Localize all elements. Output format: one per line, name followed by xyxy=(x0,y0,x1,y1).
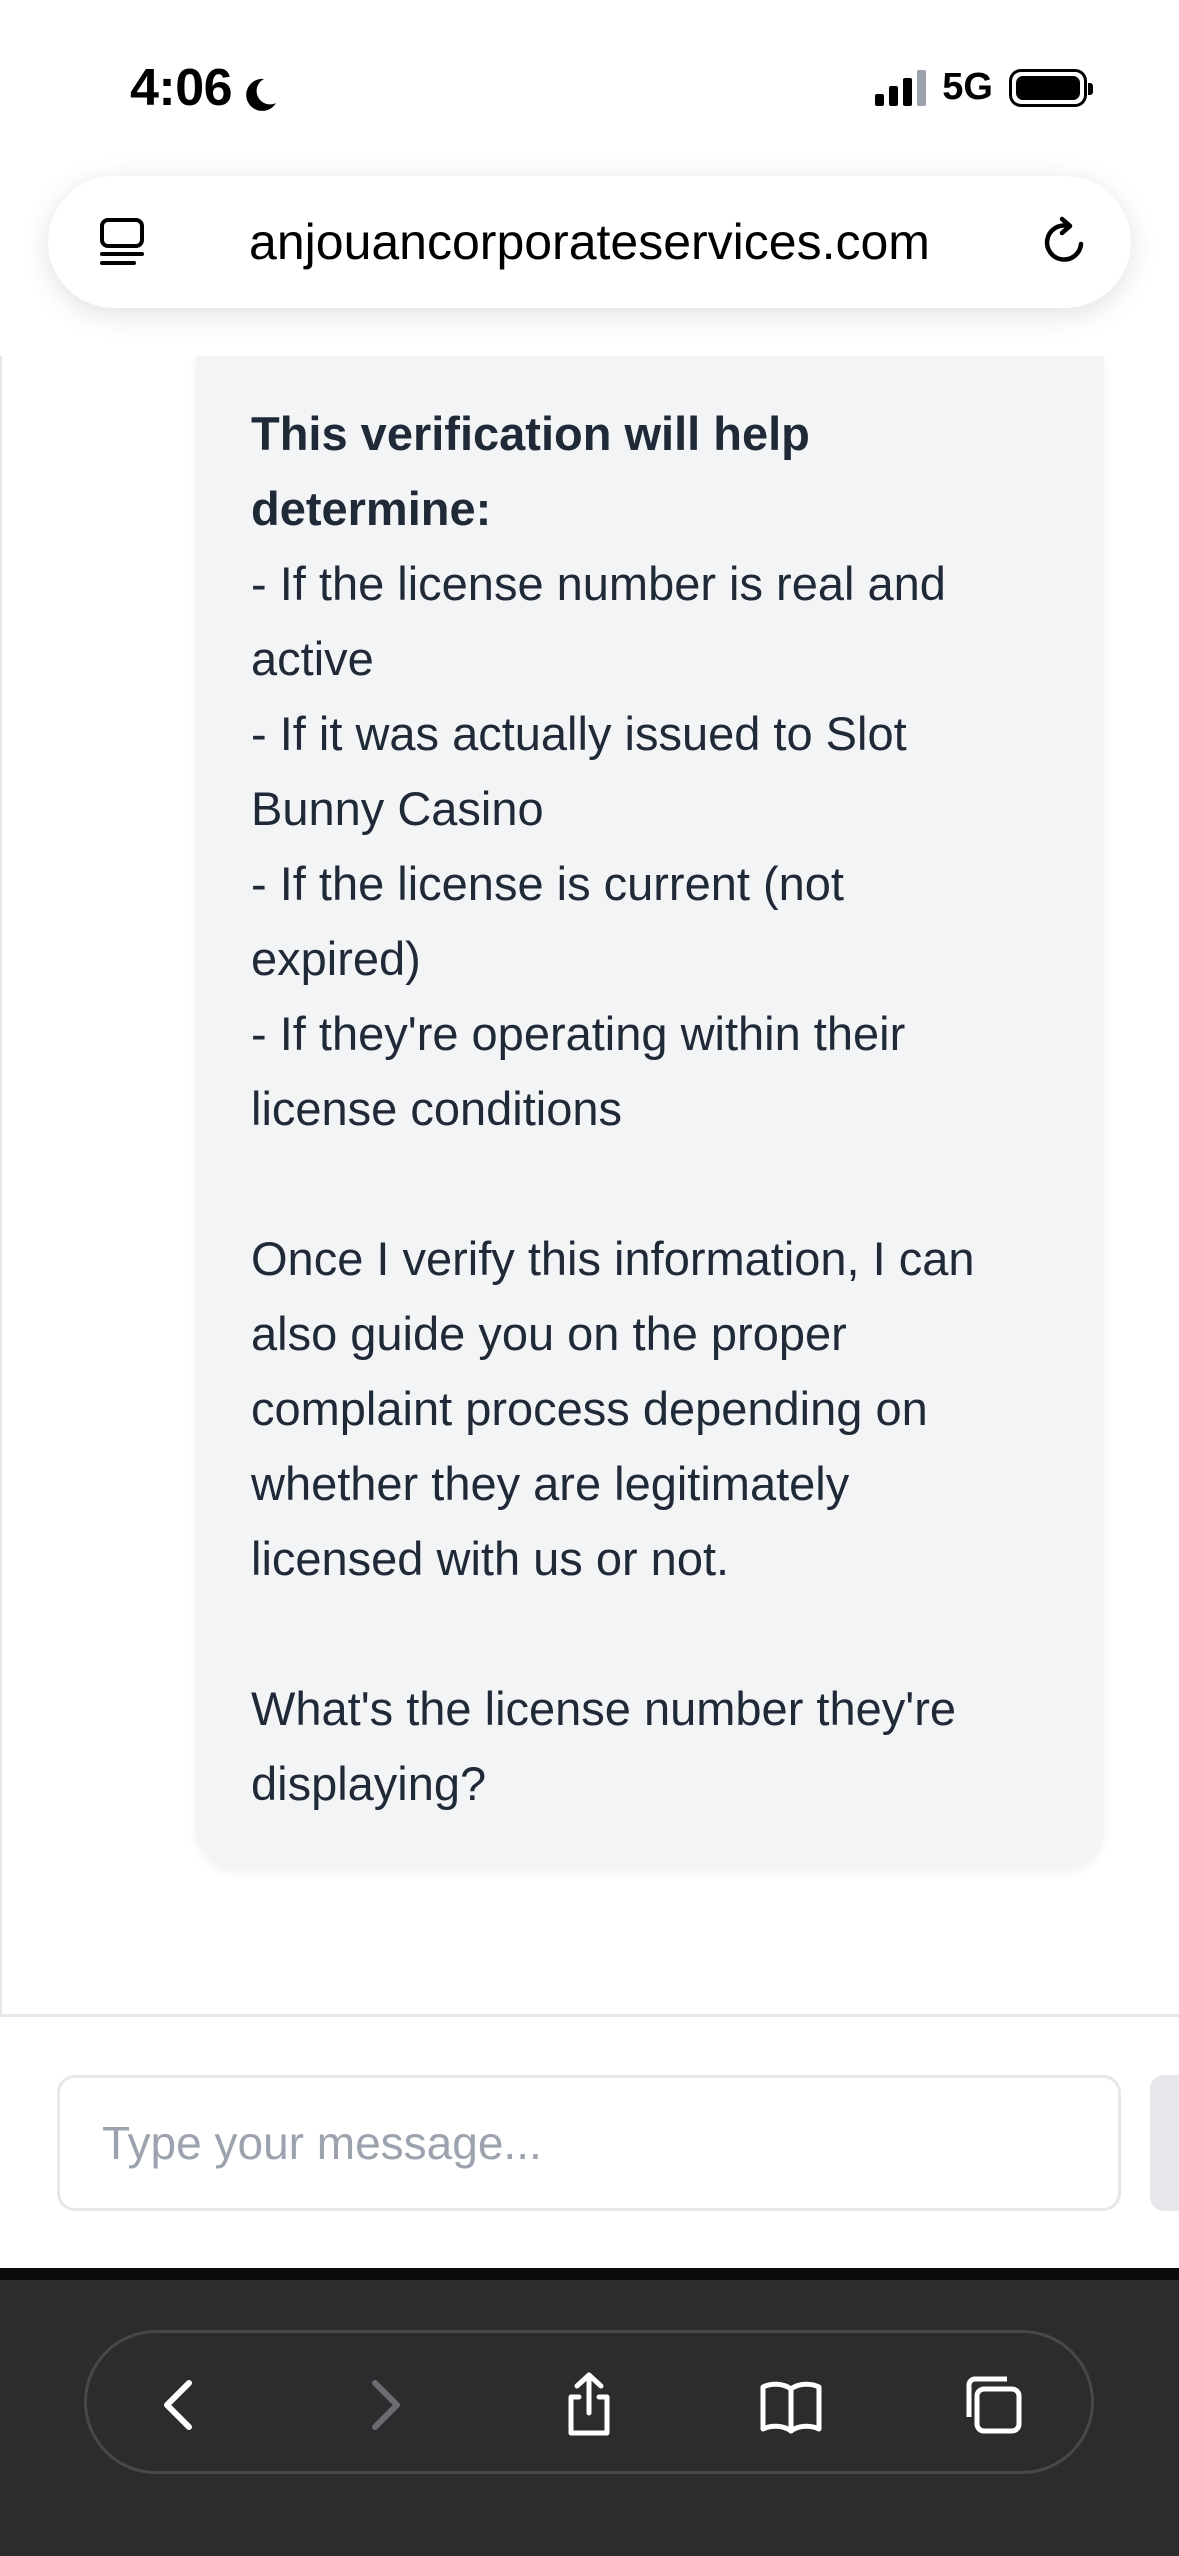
message-line: expired) xyxy=(251,932,421,985)
share-icon xyxy=(568,2372,610,2436)
bookmarks-icon xyxy=(760,2381,822,2434)
status-bar: 4:06 5G xyxy=(0,0,1179,170)
cellular-signal-icon xyxy=(875,69,927,106)
message-line: Once I verify this information, I can xyxy=(251,1232,975,1285)
tabs-icon xyxy=(966,2376,1022,2434)
status-indicators: 5G xyxy=(875,66,1093,109)
back-button[interactable] xyxy=(143,2369,215,2441)
tabs-button[interactable] xyxy=(957,2369,1029,2441)
moon-icon xyxy=(240,68,280,111)
network-type-label: 5G xyxy=(942,66,993,108)
battery-icon xyxy=(1009,68,1093,107)
reload-icon[interactable] xyxy=(1037,214,1093,270)
message-line: What's the license number they're xyxy=(251,1682,956,1735)
message-line: Bunny Casino xyxy=(251,782,544,835)
assistant-message-bubble: This verification will help determine: -… xyxy=(196,356,1104,1868)
page-bottom-edge xyxy=(0,2268,1179,2280)
message-line: - If the license number is real and xyxy=(251,557,946,610)
forward-icon xyxy=(372,2380,400,2430)
message-input[interactable] xyxy=(57,2075,1121,2211)
message-line: whether they are legitimately xyxy=(251,1457,850,1510)
message-line: licensed with us or not. xyxy=(251,1532,730,1585)
message-heading-line: determine: xyxy=(251,482,492,535)
share-button[interactable] xyxy=(553,2369,625,2441)
url-text[interactable]: anjouancorporateservices.com xyxy=(48,176,1131,308)
message-line: - If they're operating within their xyxy=(251,1007,906,1060)
chat-area: This verification will help determine: -… xyxy=(0,356,1179,2016)
browser-toolbar xyxy=(0,2280,1179,2556)
composer-divider xyxy=(0,2014,1179,2017)
message-line: - If the license is current (not xyxy=(251,857,844,910)
message-line: - If it was actually issued to Slot xyxy=(251,707,907,760)
message-heading-line: This verification will help xyxy=(251,407,810,460)
send-button[interactable] xyxy=(1150,2075,1179,2211)
bookmarks-button[interactable] xyxy=(755,2369,827,2441)
message-line: also guide you on the proper xyxy=(251,1307,847,1360)
message-line: license conditions xyxy=(251,1082,622,1135)
message-line: complaint process depending on xyxy=(251,1382,928,1435)
back-icon xyxy=(164,2380,192,2430)
address-bar[interactable]: anjouancorporateservices.com xyxy=(48,176,1131,308)
toolbar-pill xyxy=(84,2330,1094,2474)
message-line: displaying? xyxy=(251,1757,487,1810)
status-time: 4:06 xyxy=(130,58,280,118)
time-label: 4:06 xyxy=(130,59,233,117)
forward-button[interactable] xyxy=(349,2369,421,2441)
message-line: active xyxy=(251,632,374,685)
